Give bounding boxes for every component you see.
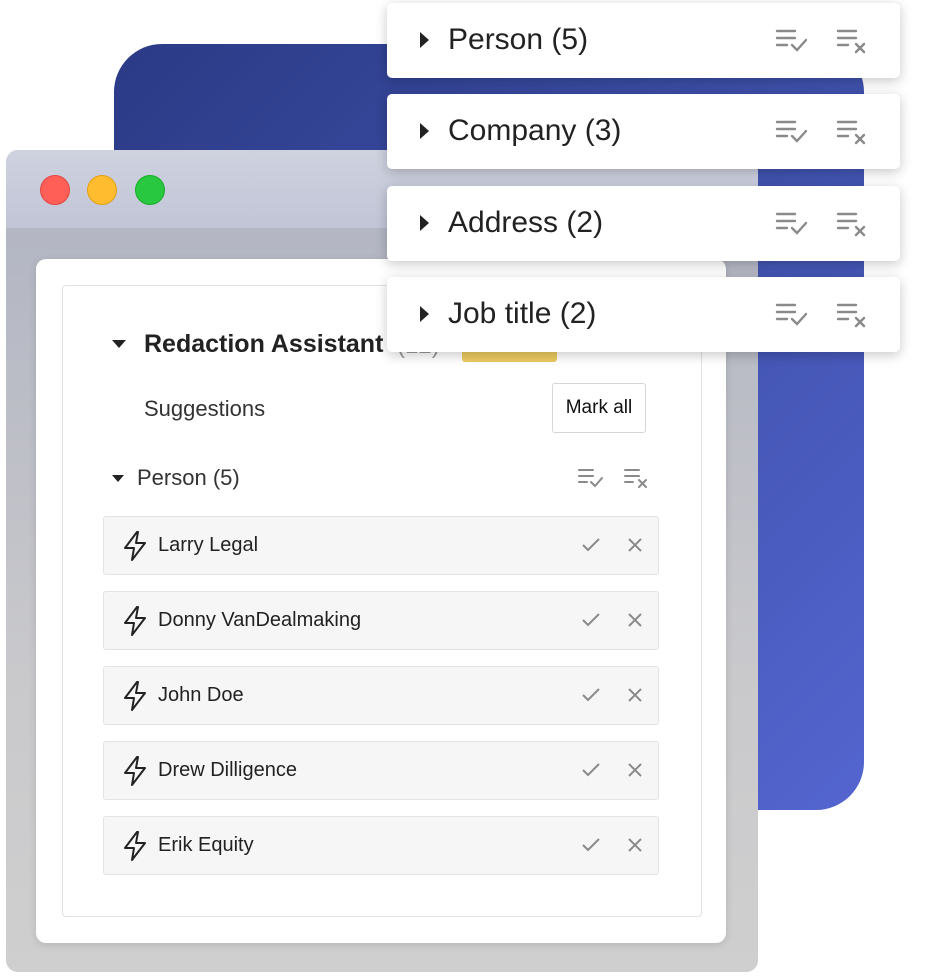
accept-check-icon[interactable]	[581, 836, 601, 854]
category-label: Person (5)	[448, 23, 589, 56]
panel-title: Redaction Assistant	[144, 330, 384, 358]
expand-caret-icon[interactable]	[420, 32, 429, 48]
suggestion-name: Erik Equity	[158, 834, 254, 856]
lightning-icon	[124, 606, 146, 636]
suggestion-row[interactable]: Larry Legal	[103, 516, 659, 575]
list-check-icon[interactable]	[775, 27, 809, 53]
list-check-icon[interactable]	[775, 210, 809, 236]
category-label: Job title (2)	[448, 297, 597, 330]
accept-check-icon[interactable]	[581, 536, 601, 554]
expand-caret-icon[interactable]	[420, 123, 429, 139]
suggestion-row[interactable]: Erik Equity	[103, 816, 659, 875]
accept-check-icon[interactable]	[581, 686, 601, 704]
lightning-icon	[124, 531, 146, 561]
list-check-icon[interactable]	[775, 118, 809, 144]
list-check-icon[interactable]	[775, 301, 809, 327]
list-remove-icon[interactable]	[836, 27, 870, 55]
collapse-caret-icon[interactable]	[112, 340, 126, 348]
reject-close-icon[interactable]	[626, 611, 644, 629]
list-remove-icon[interactable]	[624, 467, 650, 489]
accept-check-icon[interactable]	[581, 761, 601, 779]
reject-close-icon[interactable]	[626, 836, 644, 854]
reject-close-icon[interactable]	[626, 686, 644, 704]
lightning-icon	[124, 831, 146, 861]
suggestions-label: Suggestions	[144, 396, 266, 421]
suggestion-row[interactable]: Donny VanDealmaking	[103, 591, 659, 650]
category-job-title[interactable]: Job title (2)	[387, 277, 900, 352]
suggestion-name: Larry Legal	[158, 534, 259, 556]
accept-check-icon[interactable]	[581, 611, 601, 629]
category-person[interactable]: Person (5)	[387, 3, 900, 78]
lightning-icon	[124, 681, 146, 711]
group-label-person: Person (5)	[137, 465, 240, 490]
suggestion-row[interactable]: John Doe	[103, 666, 659, 725]
group-caret-icon[interactable]	[112, 475, 124, 482]
list-remove-icon[interactable]	[836, 301, 870, 329]
expand-caret-icon[interactable]	[420, 306, 429, 322]
category-label: Company (3)	[448, 114, 622, 147]
suggestion-name: Donny VanDealmaking	[158, 609, 362, 631]
list-remove-icon[interactable]	[836, 118, 870, 146]
category-address[interactable]: Address (2)	[387, 186, 900, 261]
close-window-button[interactable]	[40, 175, 70, 205]
mark-all-button[interactable]: Mark all	[552, 383, 646, 433]
suggestion-name: John Doe	[158, 684, 244, 706]
suggestion-name: Drew Dilligence	[158, 759, 297, 781]
suggestion-row[interactable]: Drew Dilligence	[103, 741, 659, 800]
list-check-icon[interactable]	[578, 467, 604, 489]
category-label: Address (2)	[448, 206, 604, 239]
reject-close-icon[interactable]	[626, 536, 644, 554]
zoom-window-button[interactable]	[135, 175, 165, 205]
expand-caret-icon[interactable]	[420, 215, 429, 231]
list-remove-icon[interactable]	[836, 210, 870, 238]
category-company[interactable]: Company (3)	[387, 94, 900, 169]
minimize-window-button[interactable]	[87, 175, 117, 205]
reject-close-icon[interactable]	[626, 761, 644, 779]
lightning-icon	[124, 756, 146, 786]
